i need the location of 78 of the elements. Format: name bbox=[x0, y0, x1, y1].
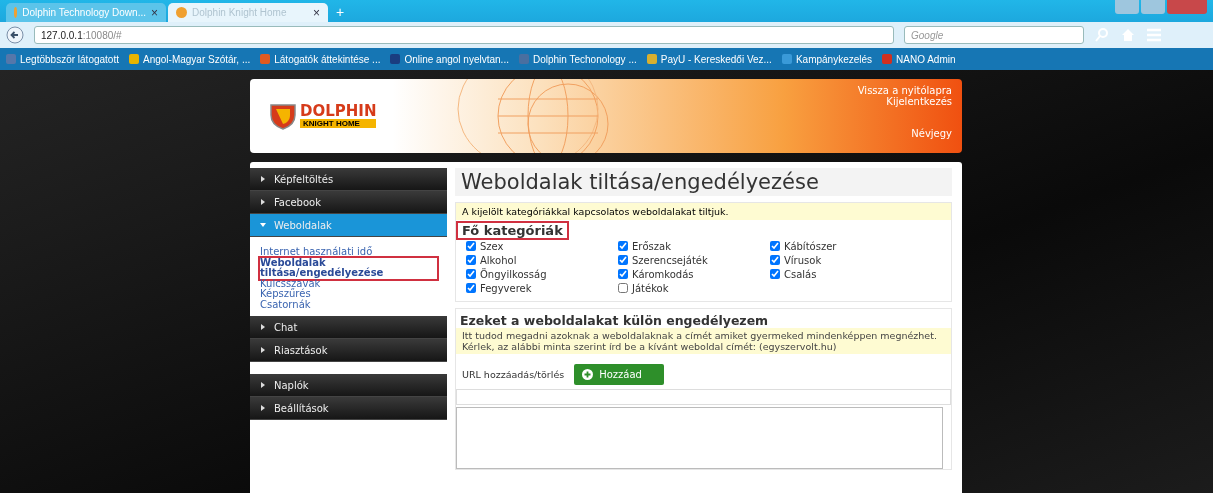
bookmark[interactable]: Kampánykezelés bbox=[781, 53, 873, 65]
bookmark[interactable]: Legtöbbször látogatott bbox=[6, 53, 119, 65]
category-checkbox[interactable] bbox=[466, 269, 476, 279]
category-label: Szerencsejáték bbox=[632, 254, 708, 266]
sidebar-item-label: Facebook bbox=[274, 196, 321, 208]
category-label: Öngyilkosság bbox=[480, 268, 547, 280]
logo-subtitle: KNIGHT HOME bbox=[300, 119, 377, 128]
sidebar-item-label: Weboldalak bbox=[274, 219, 332, 231]
sidebar-item-label: Chat bbox=[274, 321, 298, 333]
logo-text: DOLPHIN bbox=[300, 104, 377, 119]
bookmark[interactable]: Dolphin Techonology ... bbox=[518, 53, 637, 65]
close-icon[interactable]: × bbox=[313, 5, 320, 20]
section-heading: Fő kategóriák bbox=[458, 223, 567, 238]
close-icon[interactable]: × bbox=[151, 5, 158, 20]
caret-right-icon bbox=[260, 347, 266, 353]
category-checkbox[interactable] bbox=[770, 269, 780, 279]
submenu-link[interactable]: Weboldalak tiltása/engedélyezése bbox=[260, 257, 437, 279]
url-label: URL hozzáadás/törlés bbox=[462, 369, 565, 380]
add-button[interactable]: Hozzáad bbox=[574, 364, 665, 385]
sidebar-item-label: Naplók bbox=[274, 379, 309, 391]
category-checkbox[interactable] bbox=[770, 255, 780, 265]
category-checkbox[interactable] bbox=[770, 241, 780, 251]
sidebar-item[interactable]: Beállítások bbox=[250, 397, 447, 420]
url-input-field[interactable] bbox=[456, 389, 951, 405]
sidebar-item[interactable]: Képfeltöltés bbox=[250, 168, 447, 191]
category-checkbox[interactable] bbox=[618, 269, 628, 279]
caret-down-icon bbox=[260, 222, 266, 228]
caret-right-icon bbox=[260, 324, 266, 330]
category-label: Alkohol bbox=[480, 254, 517, 266]
url-list-field[interactable] bbox=[456, 407, 943, 469]
favicon-icon bbox=[14, 7, 18, 18]
submenu-link[interactable]: Csatornák bbox=[260, 299, 311, 310]
sidebar-item-label: Képfeltöltés bbox=[274, 173, 334, 185]
caret-right-icon bbox=[260, 382, 266, 388]
sidebar-item[interactable]: Facebook bbox=[250, 191, 447, 214]
bookmark[interactable]: Látogatók áttekintése ... bbox=[260, 53, 381, 65]
category-checkbox[interactable] bbox=[618, 241, 628, 251]
category-checkbox[interactable] bbox=[466, 283, 476, 293]
caret-right-icon bbox=[260, 199, 266, 205]
page-title: Weboldalak tiltása/engedélyezése bbox=[455, 168, 952, 196]
info-notice: A kijelölt kategóriákkal kapcsolatos weboldalakat tiltjuk. bbox=[456, 203, 951, 220]
about-link[interactable]: Névjegy bbox=[911, 128, 952, 139]
bookmark[interactable]: Online angol nyelvtan... bbox=[390, 53, 509, 65]
header-link[interactable]: Kijelentkezés bbox=[886, 96, 952, 107]
submenu-link[interactable]: Internet használati idő bbox=[260, 247, 373, 258]
category-label: Kábítószer bbox=[784, 240, 837, 252]
sidebar-item[interactable]: Chat bbox=[250, 316, 447, 339]
category-checkbox[interactable] bbox=[618, 255, 628, 265]
plus-icon bbox=[582, 369, 594, 380]
sidebar-item[interactable]: Riasztások bbox=[250, 339, 447, 362]
shield-icon bbox=[268, 101, 298, 131]
sidebar-item[interactable]: Naplók bbox=[250, 374, 447, 397]
category-label: Vírusok bbox=[784, 254, 822, 266]
category-label: Játékok bbox=[632, 282, 669, 294]
category-checkbox[interactable] bbox=[618, 283, 628, 293]
caret-right-icon bbox=[260, 176, 266, 182]
sidebar-item-label: Beállítások bbox=[274, 402, 329, 414]
submenu-link[interactable]: Kulcsszavak bbox=[260, 278, 321, 289]
section-heading: Ezeket a weboldalakat külön engedélyezem bbox=[459, 313, 770, 328]
bookmark[interactable]: PayU - Kereskedői Vez... bbox=[646, 53, 772, 65]
category-checkbox[interactable] bbox=[466, 241, 476, 251]
submenu-link[interactable]: Képszűrés bbox=[260, 289, 311, 300]
address-bar[interactable]: 127.0.0.1:10080/# bbox=[34, 26, 894, 44]
category-label: Fegyverek bbox=[480, 282, 532, 294]
back-icon[interactable] bbox=[6, 26, 24, 44]
category-label: Csalás bbox=[784, 268, 817, 280]
sidebar-item-label: Riasztások bbox=[274, 344, 328, 356]
info-notice: Itt tudod megadni azoknak a weboldalaknak a címét amiket gyermeked mindenképpen megnézhet. Kérlek, az alábbi minta szerint írd be a kívánt weboldal címét: (egyszervolt.hu) bbox=[456, 328, 951, 354]
bookmark[interactable]: NANO Admin bbox=[882, 53, 956, 65]
tab-title: Dolphin Technology Down... bbox=[22, 7, 146, 18]
browser-tab[interactable]: Dolphin Technology Down... × bbox=[6, 3, 166, 22]
caret-right-icon bbox=[260, 405, 266, 411]
favicon-icon bbox=[176, 7, 187, 18]
category-checkbox[interactable] bbox=[466, 255, 476, 265]
category-label: Szex bbox=[480, 240, 504, 252]
category-label: Erőszak bbox=[632, 240, 671, 252]
bookmark[interactable]: Angol-Magyar Szótár, ... bbox=[128, 53, 251, 65]
category-label: Káromkodás bbox=[632, 268, 694, 280]
